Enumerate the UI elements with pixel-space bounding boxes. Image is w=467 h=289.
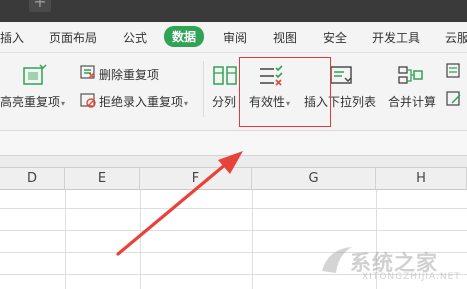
watermark-subtext: XITONGZHIJIA.NET: [362, 272, 461, 282]
